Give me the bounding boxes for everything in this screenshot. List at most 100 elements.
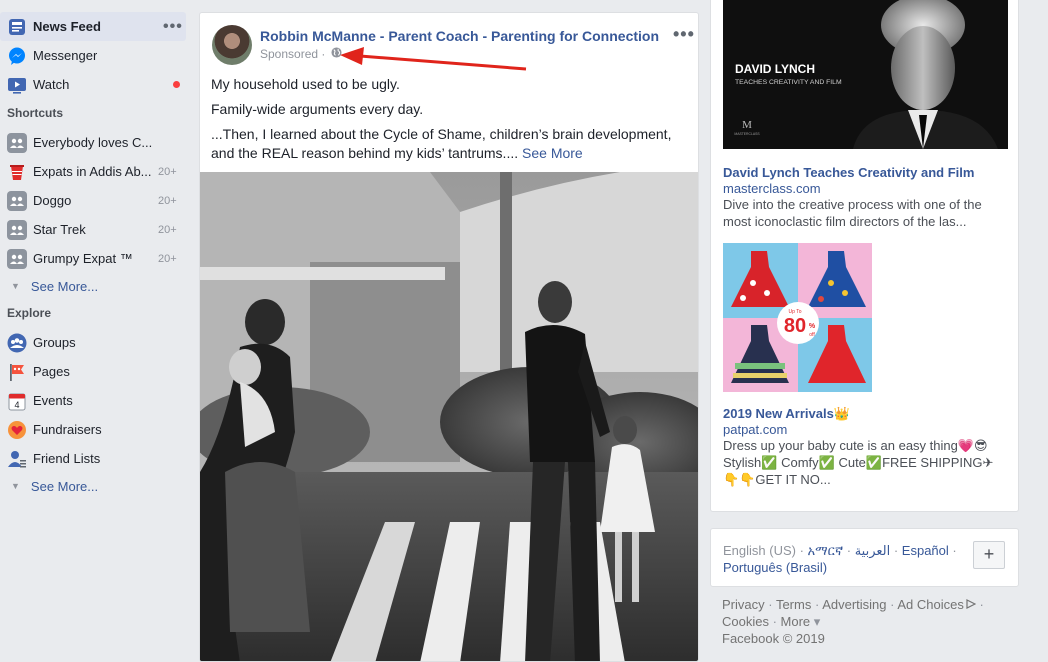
explore-label: Groups <box>33 335 76 350</box>
shortcut-label: Star Trek <box>33 222 86 237</box>
explore-see-more[interactable]: ▼ See More... <box>0 473 190 499</box>
friend-list-icon <box>7 449 27 469</box>
shortcut-item[interactable]: Everybody loves C... <box>0 128 190 157</box>
notification-dot <box>173 81 180 88</box>
ad-image-subtitle: TEACHES CREATIVITY AND FILM <box>735 79 842 86</box>
copyright: Facebook © 2019 <box>722 631 825 646</box>
notification-count: 20+ <box>158 194 177 207</box>
explore-label: Friend Lists <box>33 451 101 466</box>
sponsored-text: Sponsored · <box>260 47 326 61</box>
ad1-title-link[interactable]: David Lynch Teaches Creativity and Film <box>723 165 974 180</box>
discount-badge-off: off <box>809 332 815 338</box>
shortcut-item[interactable]: Doggo 20+ <box>0 186 190 215</box>
chevron-down-icon: ▼ <box>11 481 20 491</box>
author-avatar[interactable] <box>212 25 252 65</box>
explore-item-pages[interactable]: Pages <box>0 357 190 386</box>
calendar-icon: 4 <box>7 391 27 411</box>
ad-image-title: DAVID LYNCH <box>735 62 815 76</box>
ad-choices-icon <box>964 597 977 612</box>
discount-badge-unit: % <box>809 323 816 330</box>
shortcut-item[interactable]: Star Trek 20+ <box>0 215 190 244</box>
see-more-label: See More... <box>30 478 99 494</box>
language-link[interactable]: Español <box>902 543 949 558</box>
sponsored-ads-panel: DAVID LYNCH TEACHES CREATIVITY AND FILM … <box>710 0 1019 512</box>
shortcut-label: Doggo <box>33 193 72 208</box>
post-text-paragraph: ...Then, I learned about the Cycle of Sh… <box>211 125 691 163</box>
explore-item-fundraisers[interactable]: Fundraisers <box>0 415 190 444</box>
current-language: English (US) <box>723 543 796 558</box>
language-link[interactable]: العربية <box>855 543 891 558</box>
explore-item-events[interactable]: 4 Events <box>0 386 190 415</box>
cup-icon <box>7 162 27 182</box>
masterclass-ad-image[interactable]: DAVID LYNCH TEACHES CREATIVITY AND FILM … <box>723 0 1008 149</box>
group-icon <box>7 190 27 211</box>
messenger-icon <box>7 46 27 66</box>
post-text-body: ...Then, I learned about the Cycle of Sh… <box>211 126 672 161</box>
ad1-domain[interactable]: masterclass.com <box>723 181 821 196</box>
footer-link-more[interactable]: More <box>781 614 811 629</box>
sponsored-post: Robbin McManne - Parent Coach - Parentin… <box>199 12 699 662</box>
shortcut-label: Expats in Addis Ab... <box>33 164 152 179</box>
ad2-title-link[interactable]: 2019 New Arrivals👑 <box>723 406 850 422</box>
see-more-label: See More... <box>30 278 99 294</box>
nav-item-news-feed[interactable]: News Feed ••• <box>0 12 186 41</box>
nav-label: News Feed <box>33 19 101 34</box>
footer-link-advertising[interactable]: Advertising <box>822 597 886 612</box>
fundraiser-heart-icon <box>7 420 27 440</box>
ad2-description: Dress up your baby cute is an easy thing… <box>723 438 994 487</box>
group-icon <box>7 219 27 240</box>
post-photo[interactable] <box>200 172 698 661</box>
explore-item-groups[interactable]: Groups <box>0 328 190 357</box>
footer-link-cookies[interactable]: Cookies <box>722 614 769 629</box>
shortcuts-heading: Shortcuts <box>7 106 64 120</box>
shortcuts-see-more[interactable]: ▼ See More... <box>0 273 190 299</box>
footer-link-ad-choices[interactable]: Ad Choices <box>897 597 963 612</box>
notification-count: 20+ <box>158 165 177 178</box>
footer-link-privacy[interactable]: Privacy <box>722 597 765 612</box>
nav-label: Messenger <box>33 48 98 63</box>
group-icon <box>7 132 27 153</box>
shortcut-label: Everybody loves C... <box>33 135 153 150</box>
explore-label: Pages <box>33 364 70 379</box>
nav-item-watch[interactable]: Watch <box>0 70 190 99</box>
left-navigation: News Feed ••• Messenger Watch Shortcuts … <box>0 12 190 499</box>
explore-heading: Explore <box>7 306 52 320</box>
ad1-description: Dive into the creative process with one … <box>723 197 982 229</box>
ad-image-brand: MASTERCLASS <box>734 132 760 136</box>
post-options-icon[interactable]: ••• <box>673 24 695 45</box>
shortcut-item[interactable]: Grumpy Expat ™ 20+ <box>0 244 190 273</box>
footer-link-terms[interactable]: Terms <box>776 597 811 612</box>
post-text-line: Family-wide arguments every day. <box>211 101 424 117</box>
shortcut-item[interactable]: Expats in Addis Ab... 20+ <box>0 157 190 186</box>
notification-count: 20+ <box>158 223 177 236</box>
explore-label: Fundraisers <box>33 422 102 437</box>
language-list: English (US) · አማርኛ · العربية · Español … <box>723 543 957 575</box>
more-options-icon[interactable]: ••• <box>163 18 183 36</box>
add-language-button[interactable]: + <box>973 541 1005 569</box>
language-link[interactable]: አማርኛ <box>808 543 844 558</box>
nav-label: Watch <box>33 77 70 92</box>
annotation-arrow-icon <box>340 47 527 71</box>
chevron-down-icon: ▼ <box>11 281 20 291</box>
discount-badge-percent: 80 <box>784 315 806 337</box>
see-more-link[interactable]: See More <box>522 145 583 161</box>
news-feed-icon <box>7 17 27 37</box>
watch-icon <box>7 75 27 95</box>
shortcut-label: Grumpy Expat ™ <box>33 251 133 266</box>
masterclass-logo-icon: M <box>742 119 752 131</box>
language-link[interactable]: Português (Brasil) <box>723 560 827 575</box>
explore-item-friend-lists[interactable]: Friend Lists <box>0 444 190 473</box>
caret-down-icon: ▾ <box>813 614 821 629</box>
groups-icon <box>7 333 27 353</box>
svg-text:4: 4 <box>14 400 19 410</box>
post-text-line: My household used to be ugly. <box>211 76 400 92</box>
post-author-link[interactable]: Robbin McManne - Parent Coach - Parentin… <box>260 28 659 44</box>
page-footer: Privacy · Terms · Advertising · Ad Choic… <box>722 597 984 646</box>
patpat-ad-image[interactable]: Up To 80 % off <box>723 243 872 392</box>
flag-icon <box>7 362 27 382</box>
nav-item-messenger[interactable]: Messenger <box>0 41 190 70</box>
language-selector: English (US) · አማርኛ · العربية · Español … <box>710 528 1019 587</box>
ad2-domain[interactable]: patpat.com <box>723 422 787 437</box>
explore-label: Events <box>33 393 73 408</box>
notification-count: 20+ <box>158 252 177 265</box>
